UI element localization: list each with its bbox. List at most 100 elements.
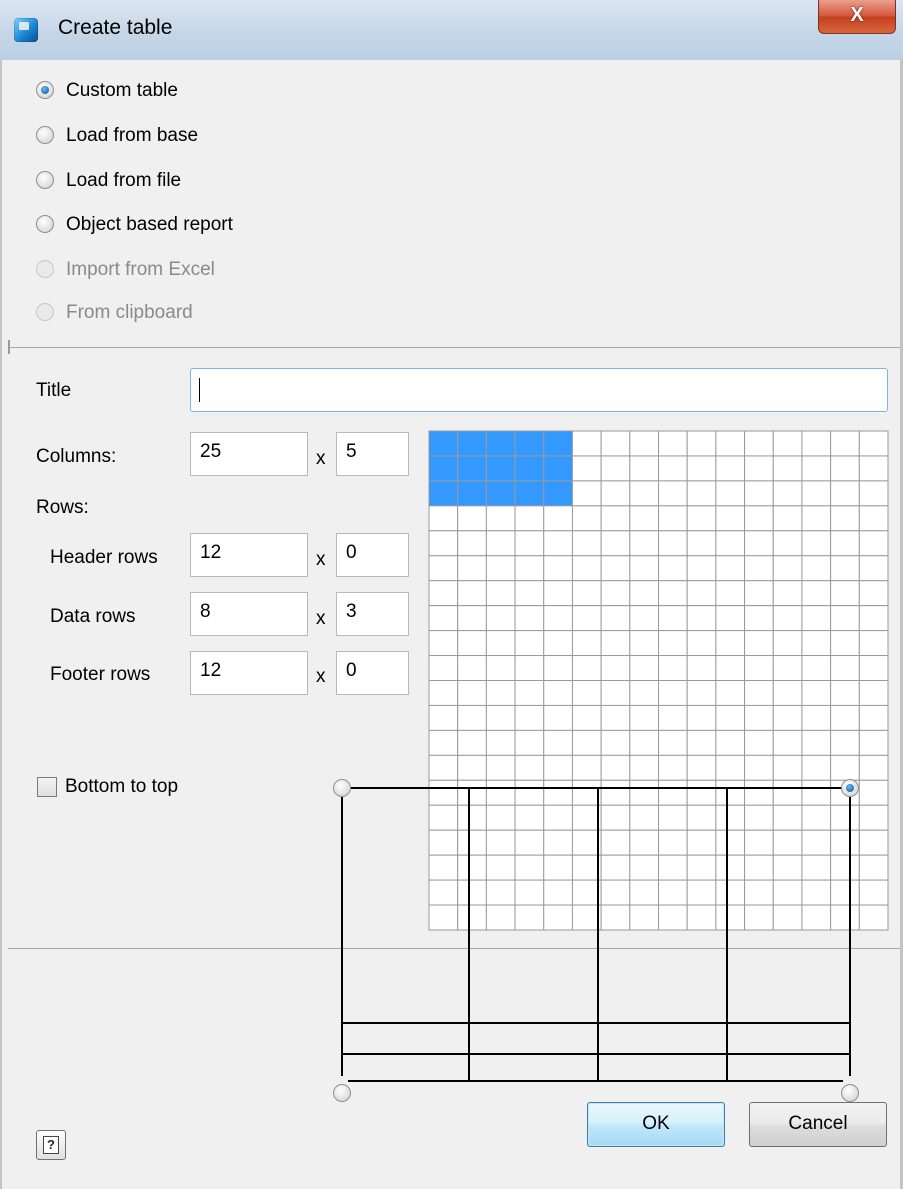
grid-cell[interactable] xyxy=(629,580,659,607)
grid-cell[interactable] xyxy=(772,580,803,607)
grid-cell[interactable] xyxy=(772,455,803,482)
grid-cell[interactable] xyxy=(571,580,602,607)
grid-cell[interactable] xyxy=(485,729,516,756)
grid-cell[interactable] xyxy=(571,729,602,756)
grid-cell[interactable] xyxy=(744,530,774,557)
grid-cell[interactable] xyxy=(629,480,659,507)
grid-cell[interactable] xyxy=(428,605,459,632)
grid-cell[interactable] xyxy=(744,729,774,756)
data-rows-height-field[interactable]: 8 xyxy=(190,592,308,636)
grid-cell[interactable] xyxy=(858,655,889,682)
grid-cell[interactable] xyxy=(485,530,516,557)
header-rows-count-field[interactable]: 0 xyxy=(336,533,409,577)
grid-cell[interactable] xyxy=(772,505,803,532)
footer-rows-height-field[interactable]: 12 xyxy=(190,651,308,695)
grid-cell-selected[interactable] xyxy=(457,455,487,482)
grid-cell[interactable] xyxy=(744,605,774,632)
grid-cell[interactable] xyxy=(543,704,573,731)
radio-object-based-report[interactable]: Object based report xyxy=(36,212,416,238)
radio-custom-table[interactable]: Custom table xyxy=(36,78,416,104)
grid-cell[interactable] xyxy=(801,680,832,706)
grid-cell[interactable] xyxy=(715,704,746,731)
grid-cell[interactable] xyxy=(629,430,659,457)
grid-cell[interactable] xyxy=(658,480,688,507)
grid-cell[interactable] xyxy=(485,680,516,706)
grid-cell[interactable] xyxy=(629,530,659,557)
grid-cell[interactable] xyxy=(715,655,746,682)
grid-cell[interactable] xyxy=(457,680,487,706)
grid-cell[interactable] xyxy=(629,680,659,706)
grid-cell[interactable] xyxy=(801,505,832,532)
grid-cell[interactable] xyxy=(600,630,631,657)
grid-cell[interactable] xyxy=(428,580,459,607)
grid-cell[interactable] xyxy=(772,704,803,731)
origin-top-right-radio[interactable] xyxy=(841,779,859,797)
grid-cell[interactable] xyxy=(801,605,832,632)
grid-cell[interactable] xyxy=(830,555,860,582)
grid-cell[interactable] xyxy=(600,555,631,582)
grid-cell[interactable] xyxy=(830,480,860,507)
grid-cell[interactable] xyxy=(772,430,803,457)
grid-cell[interactable] xyxy=(457,505,487,532)
grid-cell[interactable] xyxy=(485,704,516,731)
grid-cell-selected[interactable] xyxy=(428,430,459,457)
grid-cell[interactable] xyxy=(658,505,688,532)
grid-cell[interactable] xyxy=(744,655,774,682)
grid-cell-selected[interactable] xyxy=(457,430,487,457)
grid-cell[interactable] xyxy=(858,530,889,557)
grid-cell[interactable] xyxy=(457,605,487,632)
grid-cell[interactable] xyxy=(801,729,832,756)
grid-cell[interactable] xyxy=(514,680,545,706)
grid-cell[interactable] xyxy=(686,680,717,706)
grid-cell[interactable] xyxy=(686,480,717,507)
grid-cell[interactable] xyxy=(772,530,803,557)
grid-cell[interactable] xyxy=(457,729,487,756)
grid-cell[interactable] xyxy=(658,530,688,557)
grid-cell[interactable] xyxy=(485,555,516,582)
data-rows-count-field[interactable]: 3 xyxy=(336,592,409,636)
grid-cell[interactable] xyxy=(686,455,717,482)
origin-top-left-radio[interactable] xyxy=(333,779,351,797)
grid-cell[interactable] xyxy=(514,580,545,607)
grid-cell[interactable] xyxy=(428,630,459,657)
grid-cell[interactable] xyxy=(772,480,803,507)
grid-cell[interactable] xyxy=(571,680,602,706)
header-rows-height-field[interactable]: 12 xyxy=(190,533,308,577)
ok-button[interactable]: OK xyxy=(587,1102,725,1147)
grid-cell[interactable] xyxy=(858,555,889,582)
grid-cell[interactable] xyxy=(514,605,545,632)
grid-cell[interactable] xyxy=(600,530,631,557)
grid-cell[interactable] xyxy=(629,655,659,682)
grid-cell[interactable] xyxy=(600,680,631,706)
grid-cell-selected[interactable] xyxy=(485,430,516,457)
grid-cell[interactable] xyxy=(571,704,602,731)
origin-bottom-right-radio[interactable] xyxy=(841,1084,859,1102)
grid-cell-selected[interactable] xyxy=(428,480,459,507)
cancel-button[interactable]: Cancel xyxy=(749,1102,887,1147)
grid-cell[interactable] xyxy=(715,630,746,657)
grid-cell[interactable] xyxy=(629,455,659,482)
grid-cell[interactable] xyxy=(600,580,631,607)
grid-cell[interactable] xyxy=(428,530,459,557)
grid-cell[interactable] xyxy=(600,729,631,756)
grid-cell[interactable] xyxy=(543,555,573,582)
columns-count-field[interactable]: 5 xyxy=(336,432,409,476)
grid-cell[interactable] xyxy=(858,505,889,532)
grid-cell[interactable] xyxy=(485,630,516,657)
grid-cell[interactable] xyxy=(600,480,631,507)
grid-cell[interactable] xyxy=(457,655,487,682)
title-input[interactable] xyxy=(190,368,888,412)
grid-cell[interactable] xyxy=(830,530,860,557)
grid-cell[interactable] xyxy=(801,704,832,731)
footer-rows-count-field[interactable]: 0 xyxy=(336,651,409,695)
grid-cell-selected[interactable] xyxy=(485,480,516,507)
grid-cell[interactable] xyxy=(543,655,573,682)
grid-cell[interactable] xyxy=(801,455,832,482)
grid-cell[interactable] xyxy=(801,480,832,507)
grid-cell[interactable] xyxy=(858,580,889,607)
grid-cell[interactable] xyxy=(428,555,459,582)
grid-cell[interactable] xyxy=(428,505,459,532)
grid-cell[interactable] xyxy=(514,555,545,582)
grid-cell[interactable] xyxy=(686,580,717,607)
help-button[interactable]: ? xyxy=(36,1130,66,1160)
